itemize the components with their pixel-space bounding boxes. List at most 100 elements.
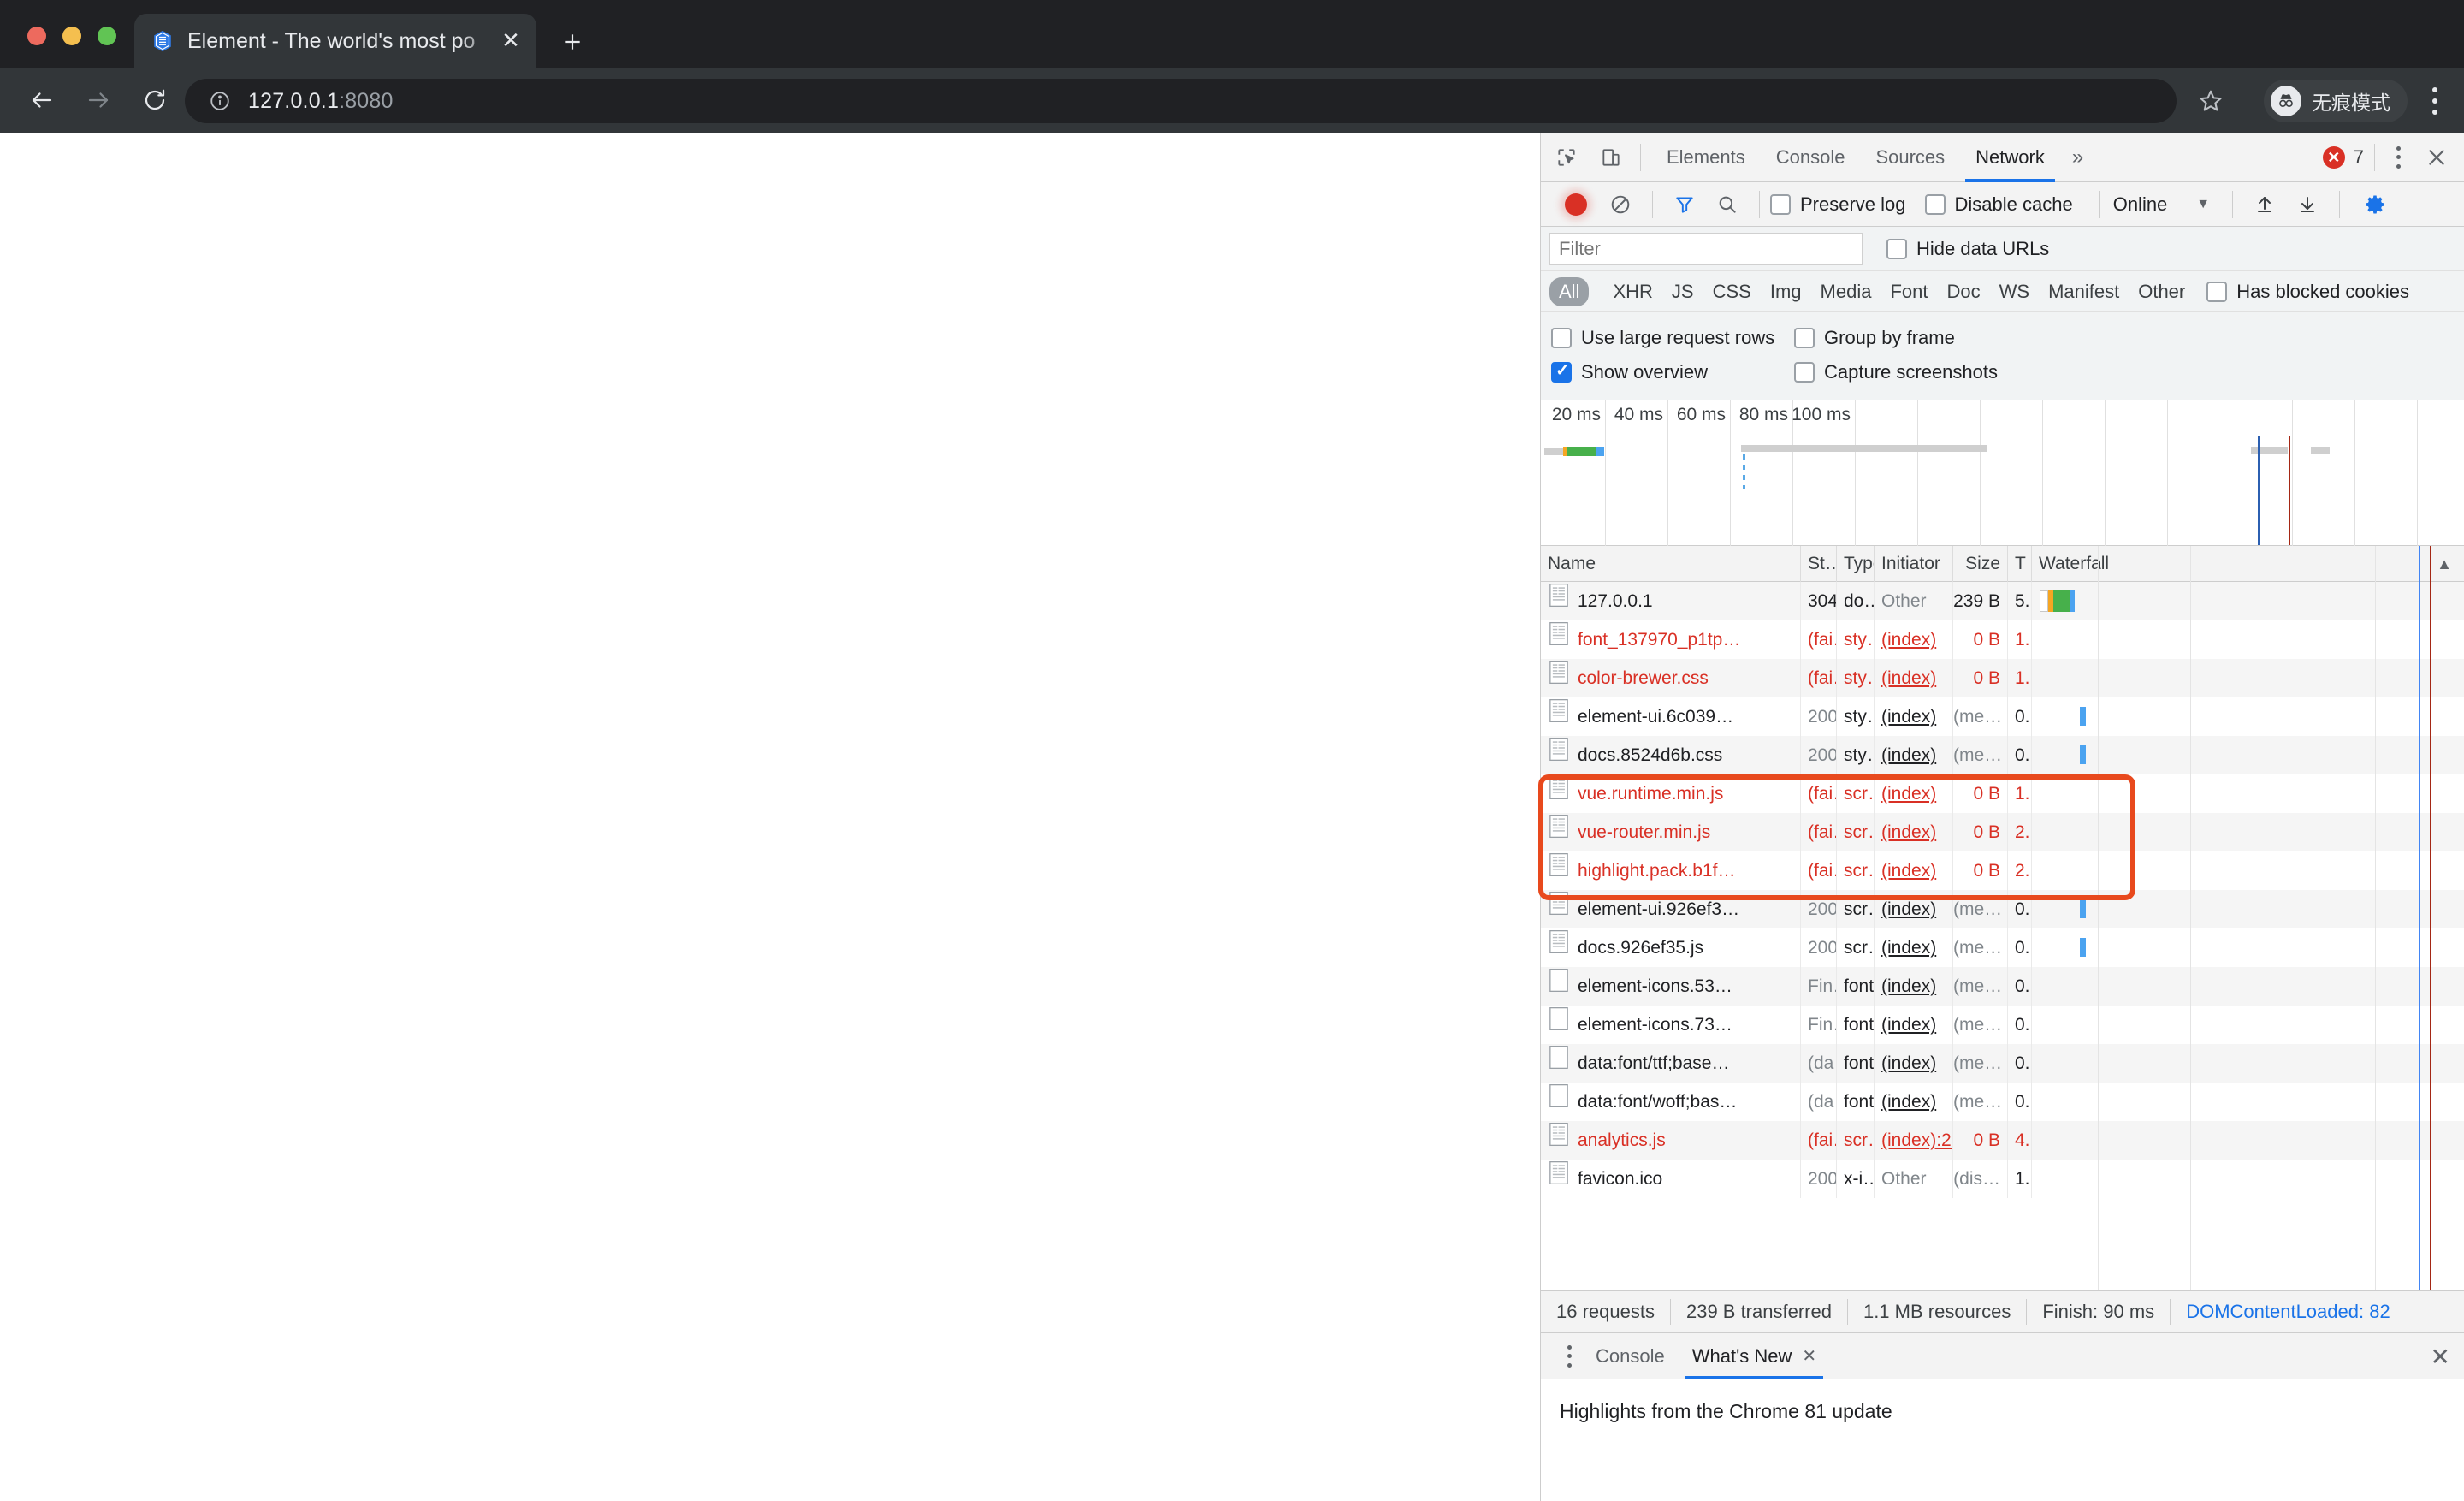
cell-initiator[interactable]: (index): [1875, 659, 1953, 697]
network-overview[interactable]: 20 ms 40 ms 60 ms 80 ms 100 ms: [1541, 400, 2464, 546]
clear-icon[interactable]: [1604, 188, 1637, 221]
page-viewport[interactable]: [0, 133, 1540, 1501]
close-icon[interactable]: [2418, 139, 2455, 176]
cell-initiator[interactable]: (index): [1875, 928, 1953, 967]
table-row[interactable]: vue-router.min.js (fai…scr… (index) 0 B2.: [1541, 813, 2464, 851]
network-request-table[interactable]: Name St… Type Initiator Size T Waterfall…: [1538, 545, 2464, 1290]
cell-name[interactable]: vue-router.min.js: [1541, 813, 1801, 851]
cell-initiator[interactable]: (index): [1875, 736, 1953, 774]
table-row[interactable]: favicon.ico 200x-i… Other (dis…1.: [1541, 1160, 2464, 1198]
initiator-link[interactable]: (index): [1881, 938, 1936, 958]
tab-network[interactable]: Network: [1960, 133, 2060, 182]
table-row[interactable]: vue.runtime.min.js (fai…scr… (index) 0 B1.: [1541, 774, 2464, 813]
cell-name[interactable]: font_137970_p1tp…: [1541, 620, 1801, 659]
checkbox-box[interactable]: [1924, 193, 1946, 215]
tab-console[interactable]: Console: [1761, 133, 1861, 182]
forward-arrow-icon[interactable]: [79, 80, 118, 120]
table-row[interactable]: docs.8524d6b.css 200sty… (index) (me…0.: [1541, 736, 2464, 774]
search-icon[interactable]: [1711, 188, 1744, 221]
preserve-log-checkbox[interactable]: Preserve log: [1770, 193, 1906, 216]
filter-pill-other[interactable]: Other: [2129, 277, 2194, 306]
table-row[interactable]: element-ui.926ef3… 200scr… (index) (me…0.: [1541, 890, 2464, 928]
tab-sources[interactable]: Sources: [1860, 133, 1960, 182]
cell-initiator[interactable]: (index): [1875, 890, 1953, 928]
show-overview-checkbox[interactable]: Show overview: [1551, 360, 1708, 383]
chrome-menu-icon[interactable]: [2420, 85, 2450, 117]
cell-name[interactable]: element-icons.73…: [1541, 1006, 1801, 1044]
initiator-link[interactable]: (index): [1881, 861, 1936, 881]
checkbox-box[interactable]: [1794, 362, 1815, 383]
table-row[interactable]: docs.926ef35.js 200scr… (index) (me…0.: [1541, 928, 2464, 967]
cell-name[interactable]: 127.0.0.1: [1541, 582, 1801, 620]
hide-data-urls-checkbox[interactable]: Hide data URLs: [1886, 238, 2049, 260]
cell-name[interactable]: data:font/ttf;base…: [1541, 1044, 1801, 1083]
cell-initiator[interactable]: (index): [1875, 620, 1953, 659]
column-header-waterfall[interactable]: Waterfall ▲: [2032, 546, 2464, 582]
table-row[interactable]: analytics.js (fai…scr… (index):280 B4.: [1541, 1121, 2464, 1160]
cell-name[interactable]: element-ui.926ef3…: [1541, 890, 1801, 928]
table-row[interactable]: element-icons.73… Fin…font (index) (me…0.: [1541, 1006, 2464, 1044]
cell-name[interactable]: docs.926ef35.js: [1541, 928, 1801, 967]
record-button-icon[interactable]: [1565, 193, 1587, 216]
cell-name[interactable]: element-icons.53…: [1541, 967, 1801, 1006]
table-row[interactable]: highlight.pack.b1f… (fai…scr… (index) 0 B2.: [1541, 851, 2464, 890]
cell-name[interactable]: element-ui.6c039…: [1541, 697, 1801, 736]
cell-name[interactable]: vue.runtime.min.js: [1541, 774, 1801, 813]
filter-pill-font[interactable]: Font: [1881, 277, 1937, 306]
column-header-initiator[interactable]: Initiator: [1875, 545, 1953, 582]
address-bar[interactable]: 127.0.0.1:8080: [185, 79, 2177, 123]
table-row[interactable]: data:font/woff;bas… (da…font (index) (me…0.: [1541, 1083, 2464, 1121]
browser-tab[interactable]: Element - The world's most po ✕: [134, 14, 536, 68]
back-arrow-icon[interactable]: [22, 80, 62, 120]
cell-initiator[interactable]: (index): [1875, 1006, 1953, 1044]
upload-arrow-icon[interactable]: [2248, 188, 2281, 221]
cell-initiator[interactable]: (index): [1875, 813, 1953, 851]
table-row[interactable]: 127.0.0.1 304do… Other 239 B5.: [1541, 582, 2464, 620]
cell-initiator[interactable]: (index): [1875, 1044, 1953, 1083]
initiator-link[interactable]: (index):28: [1881, 1130, 1952, 1150]
device-toolbar-icon[interactable]: [1592, 139, 1630, 176]
disable-cache-checkbox[interactable]: Disable cache: [1924, 193, 2073, 216]
initiator-link[interactable]: (index): [1881, 1053, 1936, 1073]
kebab-menu-icon[interactable]: [2385, 143, 2411, 172]
close-icon[interactable]: ✕: [1802, 1345, 1816, 1367]
initiator-link[interactable]: (index): [1881, 822, 1936, 842]
table-row[interactable]: data:font/ttf;base… (da…font (index) (me…0.: [1541, 1044, 2464, 1083]
column-header-time[interactable]: T: [2008, 545, 2032, 582]
star-icon[interactable]: [2194, 84, 2228, 118]
inspect-element-icon[interactable]: [1548, 139, 1585, 176]
filter-pill-xhr[interactable]: XHR: [1603, 277, 1661, 306]
use-large-request-rows-checkbox[interactable]: Use large request rows: [1551, 327, 1774, 349]
filter-pill-doc[interactable]: Doc: [1937, 277, 1989, 306]
window-traffic-lights[interactable]: [27, 27, 116, 45]
filter-pill-css[interactable]: CSS: [1703, 277, 1761, 306]
initiator-link[interactable]: (index): [1881, 1015, 1936, 1035]
close-icon[interactable]: ✕: [2431, 1343, 2450, 1371]
table-row[interactable]: font_137970_p1tp… (fai…sty… (index) 0 B1.: [1541, 620, 2464, 659]
group-by-frame-checkbox[interactable]: Group by frame: [1794, 327, 1955, 349]
close-icon[interactable]: ✕: [497, 27, 524, 55]
capture-screenshots-checkbox[interactable]: Capture screenshots: [1794, 361, 1998, 383]
throttling-select[interactable]: Online ▼: [2110, 193, 2210, 216]
initiator-link[interactable]: (index): [1881, 899, 1936, 919]
cell-initiator[interactable]: Other: [1875, 1160, 1953, 1198]
column-header-size[interactable]: Size: [1953, 545, 2008, 582]
tab-elements[interactable]: Elements: [1651, 133, 1761, 182]
table-body[interactable]: 127.0.0.1304do…Other239 B5.font_137970_p…: [1541, 582, 2464, 1198]
table-row[interactable]: element-icons.53… Fin…font (index) (me…0.: [1541, 967, 2464, 1006]
maximize-window-button[interactable]: [98, 27, 116, 45]
filter-pill-media[interactable]: Media: [1811, 277, 1881, 306]
initiator-link[interactable]: (index): [1881, 784, 1936, 804]
cell-name[interactable]: color-brewer.css: [1541, 659, 1801, 697]
cell-initiator[interactable]: (index): [1875, 967, 1953, 1006]
has-blocked-cookies-checkbox[interactable]: Has blocked cookies: [2206, 281, 2409, 303]
checkbox-box[interactable]: [1886, 238, 1907, 259]
cell-name[interactable]: analytics.js: [1541, 1121, 1801, 1160]
chevron-down-icon[interactable]: ▼: [2196, 197, 2210, 212]
initiator-link[interactable]: (index): [1881, 976, 1936, 996]
cell-name[interactable]: favicon.ico: [1541, 1160, 1801, 1198]
cell-name[interactable]: docs.8524d6b.css: [1541, 736, 1801, 774]
kebab-menu-icon[interactable]: [1556, 1342, 1582, 1371]
filter-pill-all[interactable]: All: [1549, 276, 1590, 306]
checkbox-box[interactable]: [1551, 328, 1572, 348]
